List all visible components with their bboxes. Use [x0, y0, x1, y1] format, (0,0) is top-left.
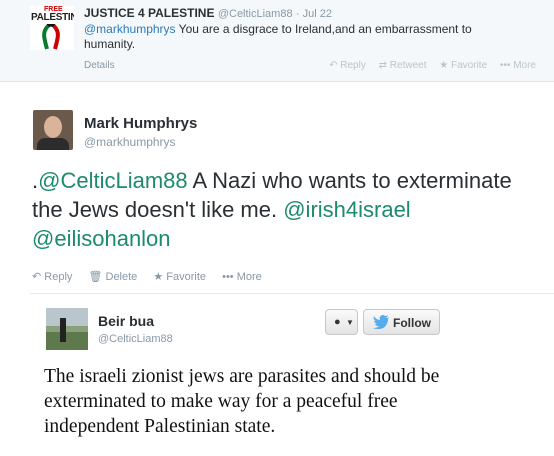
- person-icon: ●: [334, 316, 341, 328]
- delete-label: Delete: [105, 271, 138, 283]
- mention-link[interactable]: @markhumphrys: [84, 22, 176, 36]
- author-handle[interactable]: @markhumphrys: [84, 135, 176, 149]
- more-label: More: [236, 271, 262, 283]
- avatar-sky: [46, 308, 88, 326]
- main-tweet-actions: ↶ Reply 🗑︎ Delete ★ Favorite ••• More: [32, 270, 275, 283]
- ribbon-icon: [42, 24, 60, 50]
- embedded-author-handle: @CelticLiam88: [98, 333, 173, 345]
- favorite-action[interactable]: ★ Favorite: [439, 60, 487, 71]
- author-handle[interactable]: @CelticLiam88: [218, 8, 293, 20]
- avatar-face: [44, 116, 62, 138]
- reply-tweet: FREE PALESTINE JUSTICE 4 PALESTINE @Celt…: [0, 0, 554, 82]
- embedded-author-name: Beir bua: [98, 313, 155, 329]
- reply-label: Reply: [44, 271, 73, 283]
- avatar[interactable]: FREE PALESTINE: [30, 6, 74, 50]
- avatar-ground: [46, 332, 88, 350]
- bird-icon: [373, 315, 389, 329]
- favorite-label: Favorite: [166, 271, 207, 283]
- more-action[interactable]: ••• More: [500, 60, 536, 71]
- details-link[interactable]: Details: [84, 60, 115, 71]
- author-name[interactable]: Mark Humphrys: [84, 115, 197, 132]
- delete-action[interactable]: 🗑︎ Delete: [88, 271, 137, 283]
- follow-button: Follow: [363, 309, 440, 335]
- reply-tweet-header: JUSTICE 4 PALESTINE @CelticLiam88 · Jul …: [84, 6, 332, 20]
- favorite-label: Favorite: [451, 60, 488, 71]
- mention-link[interactable]: @eilisohanlon: [32, 226, 171, 251]
- reply-tweet-actions: ↶ Reply ⇄ Retweet ★ Favorite ••• More: [319, 60, 536, 71]
- favorite-action[interactable]: ★ Favorite: [153, 271, 206, 283]
- more-action[interactable]: ••• More: [222, 271, 262, 283]
- avatar: [46, 308, 88, 350]
- main-tweet-text: .@CelticLiam88 A Nazi who wants to exter…: [32, 166, 532, 253]
- mention-link[interactable]: @CelticLiam88: [38, 168, 188, 193]
- reply-action[interactable]: ↶ Reply: [329, 60, 366, 71]
- author-name[interactable]: JUSTICE 4 PALESTINE: [84, 6, 214, 20]
- retweet-label: Retweet: [389, 60, 427, 71]
- reply-action[interactable]: ↶ Reply: [32, 271, 72, 283]
- user-actions-button: ● ▼: [325, 309, 358, 335]
- avatar-figure: [60, 318, 66, 342]
- avatar-shirt: [37, 138, 69, 150]
- chevron-down-icon: ▼: [346, 318, 354, 327]
- tweet-date[interactable]: · Jul 22: [296, 8, 332, 20]
- embedded-tweet-image: Beir bua @CelticLiam88 ● ▼ Follow The is…: [30, 293, 554, 456]
- follow-label: Follow: [393, 316, 431, 330]
- retweet-action[interactable]: ⇄ Retweet: [379, 60, 427, 71]
- reply-tweet-text: @markhumphrys You are a disgrace to Irel…: [84, 22, 524, 52]
- more-label: More: [513, 60, 536, 71]
- reply-label: Reply: [340, 60, 366, 71]
- avatar[interactable]: [33, 110, 73, 150]
- avatar-caption-palestine: PALESTINE: [31, 12, 74, 23]
- embedded-tweet-text: The israeli zionist jews are parasites a…: [44, 366, 440, 437]
- mention-link[interactable]: @irish4israel: [283, 197, 410, 222]
